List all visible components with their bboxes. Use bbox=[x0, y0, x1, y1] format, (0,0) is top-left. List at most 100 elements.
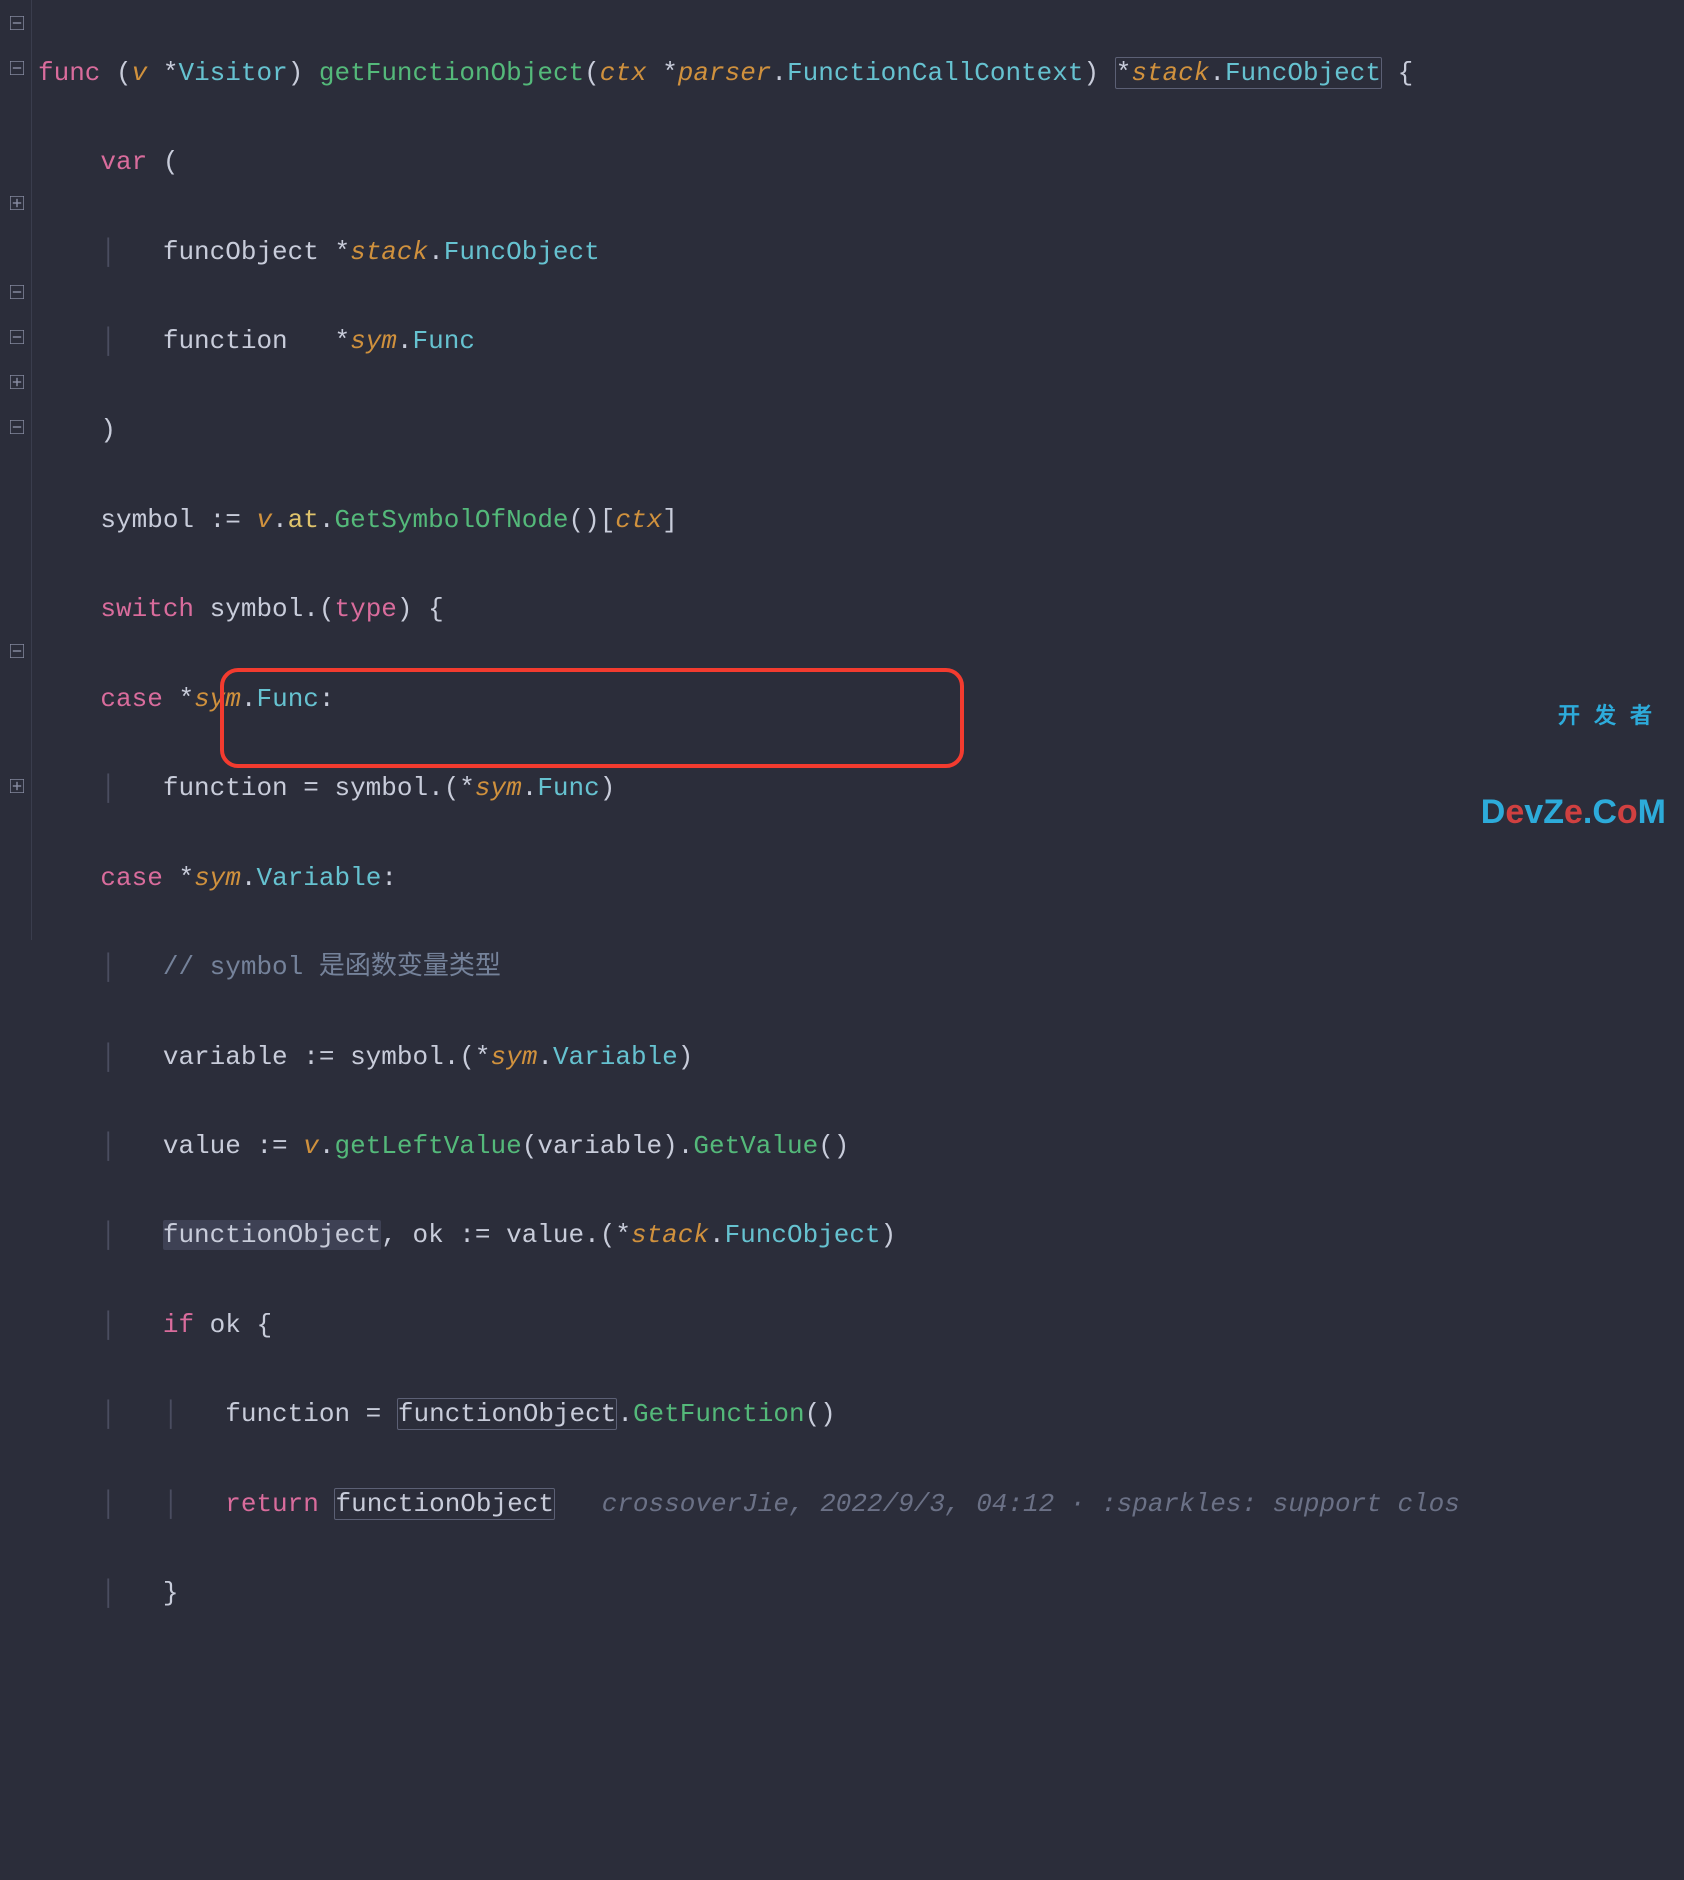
method: getLeftValue bbox=[335, 1131, 522, 1161]
fold-icon[interactable] bbox=[10, 644, 24, 658]
text: ) bbox=[600, 773, 616, 803]
text: symbol := bbox=[100, 505, 256, 535]
text: ()[ bbox=[569, 505, 616, 535]
method: GetSymbolOfNode bbox=[335, 505, 569, 535]
space bbox=[319, 1489, 335, 1519]
text: () bbox=[805, 1399, 836, 1429]
type: Variable bbox=[256, 863, 381, 893]
text: value := bbox=[163, 1131, 303, 1161]
receiver: v bbox=[303, 1131, 319, 1161]
fold-icon[interactable] bbox=[10, 16, 24, 30]
package: sym bbox=[194, 684, 241, 714]
package: sym bbox=[475, 773, 522, 803]
star: * bbox=[459, 773, 475, 803]
brace: { bbox=[1382, 58, 1413, 88]
code-line[interactable]: switch symbol.(type) { bbox=[38, 587, 1684, 632]
paren: ( bbox=[147, 147, 178, 177]
git-blame-annotation: crossoverJie, 2022/9/3, 04:12 · :sparkle… bbox=[555, 1489, 1460, 1519]
code-line[interactable]: case *sym.Variable: bbox=[38, 856, 1684, 901]
fold-icon[interactable] bbox=[10, 61, 24, 75]
code-line[interactable]: ) bbox=[38, 408, 1684, 453]
type: Visitor bbox=[178, 58, 287, 88]
code-line[interactable]: │ │ function = functionObject.GetFunctio… bbox=[38, 1392, 1684, 1437]
package: stack bbox=[631, 1220, 709, 1250]
code-line[interactable]: │ function *sym.Func bbox=[38, 319, 1684, 364]
text: ) bbox=[881, 1220, 897, 1250]
code-line[interactable]: │ funcObject *stack.FuncObject bbox=[38, 230, 1684, 275]
brace: } bbox=[163, 1578, 179, 1608]
type: FuncObject bbox=[444, 237, 600, 267]
package: sym bbox=[350, 326, 397, 356]
code-line[interactable]: │ functionObject, ok := value.(*stack.Fu… bbox=[38, 1213, 1684, 1258]
keyword-func: func bbox=[38, 58, 100, 88]
fold-icon[interactable] bbox=[10, 285, 24, 299]
keyword-if: if bbox=[163, 1310, 194, 1340]
code-editor[interactable]: func (v *Visitor) getFunctionObject(ctx … bbox=[0, 0, 1684, 940]
identifier-boxed: functionObject bbox=[334, 1488, 554, 1520]
code-line[interactable]: func (v *Visitor) getFunctionObject(ctx … bbox=[38, 51, 1684, 96]
code-line[interactable]: │ value := v.getLeftValue(variable).GetV… bbox=[38, 1124, 1684, 1169]
param: ctx bbox=[600, 58, 662, 88]
star: * bbox=[334, 237, 350, 267]
star: * bbox=[178, 863, 194, 893]
param: ctx bbox=[615, 505, 662, 535]
star: * bbox=[178, 684, 194, 714]
fold-icon[interactable] bbox=[10, 420, 24, 434]
code-line[interactable]: │ } bbox=[38, 1571, 1684, 1616]
keyword-type: type bbox=[334, 594, 396, 624]
code-line[interactable]: case *sym.Func: bbox=[38, 677, 1684, 722]
code-line[interactable]: │ variable := symbol.(*sym.Variable) bbox=[38, 1035, 1684, 1080]
star: * bbox=[475, 1042, 491, 1072]
fold-icon[interactable] bbox=[10, 196, 24, 210]
keyword-var: var bbox=[100, 147, 147, 177]
star: * bbox=[1116, 58, 1132, 88]
package: sym bbox=[491, 1042, 538, 1072]
fold-icon[interactable] bbox=[10, 779, 24, 793]
method: GetFunction bbox=[633, 1399, 805, 1429]
code-line[interactable]: │ // symbol 是函数变量类型 bbox=[38, 945, 1684, 990]
gutter bbox=[0, 0, 32, 940]
type: Func bbox=[537, 773, 599, 803]
code-line[interactable]: symbol := v.at.GetSymbolOfNode()[ctx] bbox=[38, 498, 1684, 543]
code-line[interactable]: var ( bbox=[38, 140, 1684, 185]
colon: : bbox=[319, 684, 335, 714]
dot: . bbox=[428, 237, 444, 267]
text: ) bbox=[288, 58, 319, 88]
package: stack bbox=[1131, 58, 1209, 88]
dot: . bbox=[537, 1042, 553, 1072]
type: FuncObject bbox=[1225, 58, 1381, 88]
code-line[interactable]: │ if ok { bbox=[38, 1303, 1684, 1348]
code-line[interactable]: │ function = symbol.(*sym.Func) bbox=[38, 766, 1684, 811]
comment: // symbol 是函数变量类型 bbox=[163, 952, 501, 982]
dot: . bbox=[272, 505, 288, 535]
keyword-return: return bbox=[225, 1489, 319, 1519]
dot: . bbox=[709, 1220, 725, 1250]
type: Func bbox=[413, 326, 475, 356]
code-area[interactable]: func (v *Visitor) getFunctionObject(ctx … bbox=[32, 0, 1684, 940]
keyword-switch: switch bbox=[100, 594, 194, 624]
method: GetValue bbox=[693, 1131, 818, 1161]
identifier: funcObject bbox=[163, 237, 335, 267]
receiver: v bbox=[132, 58, 163, 88]
package: stack bbox=[350, 237, 428, 267]
package: sym bbox=[194, 863, 241, 893]
fold-icon[interactable] bbox=[10, 330, 24, 344]
text: function = symbol.( bbox=[163, 773, 459, 803]
text: symbol.( bbox=[194, 594, 334, 624]
identifier: function bbox=[163, 326, 335, 356]
star: * bbox=[163, 58, 179, 88]
receiver: v bbox=[256, 505, 272, 535]
text: , ok := value.( bbox=[381, 1220, 615, 1250]
code-line[interactable]: │ │ return functionObject crossoverJie, … bbox=[38, 1482, 1684, 1527]
dot: . bbox=[241, 863, 257, 893]
text: function = bbox=[225, 1399, 397, 1429]
dot: . bbox=[319, 505, 335, 535]
dot: . bbox=[522, 773, 538, 803]
package: parser bbox=[678, 58, 772, 88]
dot: . bbox=[617, 1399, 633, 1429]
text: ) { bbox=[397, 594, 444, 624]
dot: . bbox=[241, 684, 257, 714]
dot: . bbox=[319, 1131, 335, 1161]
text: ( bbox=[584, 58, 600, 88]
fold-icon[interactable] bbox=[10, 375, 24, 389]
